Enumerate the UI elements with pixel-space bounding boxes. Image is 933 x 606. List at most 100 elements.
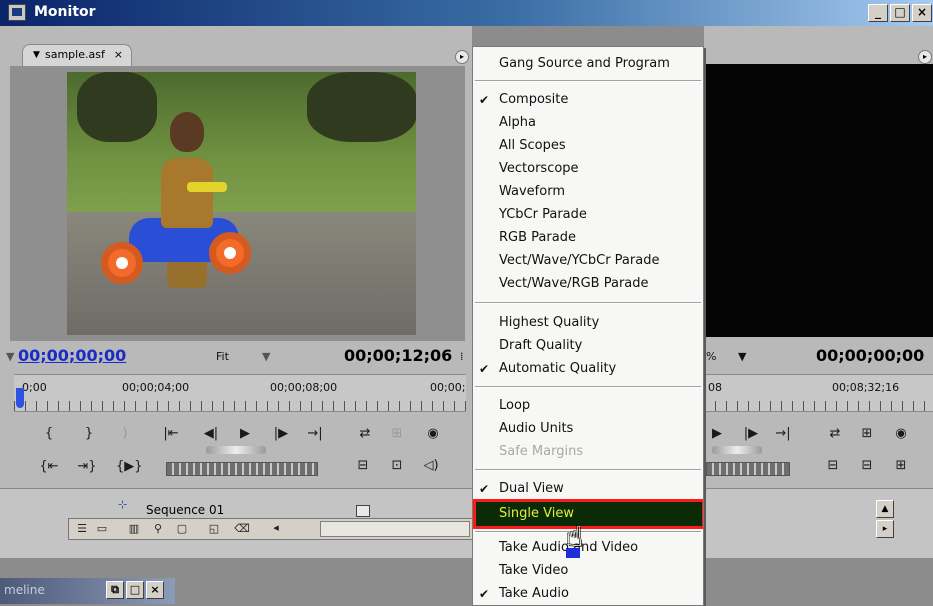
minimize-button[interactable]: _ [868, 4, 888, 22]
source-duration-timecode: 00;00;12;06 [344, 346, 453, 365]
program-safe-margins-icon[interactable]: ⊞ [856, 426, 878, 441]
output-icon[interactable]: ◉ [422, 426, 444, 441]
new-bin-icon[interactable]: ▢ [173, 521, 191, 537]
menu-item-take-video[interactable]: Take Video [473, 560, 703, 583]
menu-item-single-view[interactable]: Single View [473, 499, 703, 529]
timeline-panel-titlebar[interactable]: meline ⧉ □ × [0, 578, 175, 604]
safe-margins-icon[interactable]: ⊞ [386, 426, 408, 441]
step-back-icon[interactable]: ◀| [200, 426, 222, 441]
fit-dropdown-icon[interactable]: ▼ [262, 350, 270, 363]
video-wheel [101, 242, 143, 284]
menu-item-dual-view[interactable]: ✔ Dual View [473, 478, 703, 501]
menu-item-highest-quality[interactable]: Highest Quality [473, 312, 703, 335]
go-to-in-point-icon[interactable]: |⇤ [160, 426, 182, 441]
tab-dropdown-icon[interactable]: ▼ [33, 45, 40, 65]
icon-view-icon[interactable]: ▭ [93, 521, 111, 537]
clear-icon[interactable]: ⌫ [233, 521, 251, 537]
scroll-right-button[interactable]: ▸ [876, 520, 894, 538]
project-horizontal-scrollbar[interactable] [320, 521, 470, 537]
automate-to-sequence-icon[interactable]: ▥ [125, 521, 143, 537]
program-zoom-dropdown-icon[interactable]: ▼ [738, 350, 746, 363]
menu-item-safe-margins: Safe Margins [499, 444, 584, 459]
program-jog-wheel[interactable] [706, 462, 790, 476]
program-output-icon[interactable]: ◉ [890, 426, 912, 441]
menu-item-all-scopes[interactable]: All Scopes [473, 135, 703, 158]
ruler-label: 0;00 [22, 381, 47, 394]
program-time-ruler[interactable]: 08 00;08;32;16 [704, 374, 933, 412]
menu-item-alpha[interactable]: Alpha [473, 112, 703, 135]
program-panel-menu-icon[interactable]: ▸ [918, 50, 932, 64]
new-item-icon[interactable]: ◱ [205, 521, 223, 537]
menu-item-audio-units[interactable]: Audio Units [473, 418, 703, 441]
menu-item-automatic-quality[interactable]: ✔ Automatic Quality [473, 358, 703, 381]
audio-toggle-icon[interactable]: ◁) [420, 458, 442, 473]
source-playhead[interactable] [16, 388, 24, 408]
video-child [161, 158, 213, 228]
program-loop-icon[interactable]: ⇄ [824, 426, 846, 441]
source-duration-icon: ⁞ [460, 350, 464, 363]
menu-item-composite[interactable]: ✔ Composite [473, 89, 703, 112]
tab-source[interactable]: ▼ sample.asf × [22, 44, 132, 66]
timeline-restore-button[interactable]: ⧉ [106, 581, 124, 599]
play-around-icon[interactable]: {▶} [116, 459, 143, 474]
source-time-ruler[interactable]: 0;00 00;00;04;00 00;00;08;00 00;00; [14, 374, 466, 412]
overlay-icon[interactable]: ⊡ [386, 458, 408, 473]
source-shuttle[interactable] [206, 446, 266, 454]
menu-item-vect-wave-ycbcr-parade[interactable]: Vect/Wave/YCbCr Parade [473, 250, 703, 273]
program-step-forward-icon[interactable]: |▶ [740, 426, 762, 441]
menu-separator [475, 469, 701, 471]
program-trim-icon[interactable]: ⊞ [890, 458, 912, 473]
program-go-to-out-icon[interactable]: →| [772, 426, 794, 441]
menu-item-take-audio-and-video[interactable]: Take Audio and Video [473, 537, 703, 560]
timecode-marker-icon: ▼ [6, 350, 15, 363]
set-out-point-icon[interactable]: } [78, 426, 100, 441]
menu-item-ycbcr-parade[interactable]: YCbCr Parade [473, 204, 703, 227]
go-to-next-marker-icon[interactable]: ⇥} [76, 459, 98, 474]
menu-item-take-audio[interactable]: ✔ Take Audio [473, 583, 703, 605]
maximize-button[interactable]: □ [890, 4, 910, 22]
panel-menu-icon[interactable]: ▸ [455, 50, 469, 64]
menu-separator [475, 386, 701, 388]
scroll-left-icon[interactable]: ◂ [267, 520, 285, 536]
close-button[interactable]: × [912, 4, 932, 22]
menu-separator [475, 302, 701, 304]
play-icon[interactable]: ▶ [234, 426, 256, 441]
checkmark-icon: ✔ [479, 93, 490, 107]
fit-dropdown[interactable]: Fit [216, 350, 229, 363]
program-lift-icon[interactable]: ⊟ [822, 458, 844, 473]
menu-item-loop[interactable]: Loop [473, 395, 703, 418]
set-in-point-icon[interactable]: { [38, 426, 60, 441]
source-jog-wheel[interactable] [166, 462, 318, 476]
source-current-timecode[interactable]: 00;00;00;00 [18, 346, 126, 365]
ruler-label: 00;00;04;00 [122, 381, 190, 394]
video-tree [77, 72, 157, 142]
menu-item-rgb-parade[interactable]: RGB Parade [473, 227, 703, 250]
program-zoom-dropdown[interactable]: % [706, 350, 716, 363]
list-view-icon[interactable]: ☰ [73, 521, 91, 537]
sequence-checkbox[interactable] [356, 505, 370, 517]
menu-item-vect-wave-rgb-parade[interactable]: Vect/Wave/RGB Parade [473, 273, 703, 296]
video-tree [307, 72, 416, 142]
play-in-to-out-icon[interactable]: {⇤ [38, 459, 60, 474]
menu-item-waveform[interactable]: Waveform [473, 181, 703, 204]
find-icon[interactable]: ⚲ [149, 521, 167, 537]
program-play-icon[interactable]: ▶ [706, 426, 728, 441]
insert-icon[interactable]: ⊟ [352, 458, 374, 473]
menu-item-draft-quality[interactable]: Draft Quality [473, 335, 703, 358]
scroll-up-button[interactable]: ▲ [876, 500, 894, 518]
program-extract-icon[interactable]: ⊟ [856, 458, 878, 473]
window-title: Monitor [34, 4, 96, 20]
tab-close-icon[interactable]: × [114, 45, 123, 65]
program-shuttle[interactable] [712, 446, 762, 454]
sequence-item[interactable]: Sequence 01 [146, 503, 224, 517]
menu-item-vectorscope[interactable]: Vectorscope [473, 158, 703, 181]
timeline-close-button[interactable]: × [146, 581, 164, 599]
step-forward-icon[interactable]: |▶ [270, 426, 292, 441]
checkmark-icon: ✔ [479, 362, 490, 376]
set-unnumbered-marker-icon[interactable]: ) [114, 426, 136, 441]
loop-icon[interactable]: ⇄ [354, 426, 376, 441]
go-to-out-point-icon[interactable]: →| [304, 426, 326, 441]
menu-item-gang-source-and-program[interactable]: Gang Source and Program [473, 53, 703, 76]
timeline-maximize-button[interactable]: □ [126, 581, 144, 599]
sequence-icon: ⊹ [118, 498, 128, 511]
